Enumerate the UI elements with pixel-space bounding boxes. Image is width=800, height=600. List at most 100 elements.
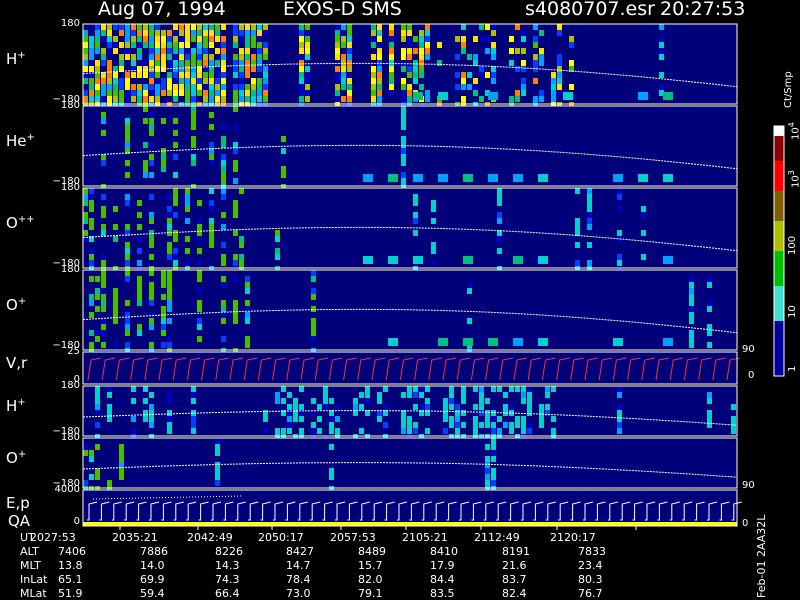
spectrogram-cell [149, 288, 154, 294]
spectrogram-cell [287, 416, 292, 422]
spectrogram-cell [173, 230, 178, 236]
colorbar-tick: 104 [787, 122, 800, 140]
spectrogram-cell [365, 398, 370, 404]
spectrogram-cell [389, 78, 394, 84]
spectrogram-cell [221, 172, 226, 178]
spectrogram-cell [515, 66, 520, 72]
spectrogram-cell [527, 428, 532, 434]
spectrogram-cell [137, 224, 142, 230]
spectrogram-cell [401, 148, 406, 154]
spectrogram-cell [149, 212, 154, 218]
spectrogram-cell [419, 66, 424, 72]
spectrogram-cell [149, 422, 154, 428]
spectrogram-cell [389, 54, 394, 60]
spectrogram-cell [371, 72, 376, 78]
spectrogram-cell [185, 48, 190, 54]
spectrogram-cell [143, 84, 148, 90]
spectrogram-cell [473, 428, 478, 434]
spectrogram-cell [185, 84, 190, 90]
spectrogram-cell [149, 242, 154, 248]
spectrogram-cell [89, 200, 94, 206]
spectrogram-cell [389, 42, 394, 48]
table-cell: 8427 [286, 545, 314, 558]
spectrogram-cell [167, 270, 172, 276]
spectrogram-cell [209, 72, 214, 78]
spectrogram-cell [521, 30, 526, 36]
spectrogram-cell [497, 200, 502, 206]
spectrogram-cell [461, 42, 466, 48]
spectrogram-cell [137, 90, 142, 96]
spectrogram-cell [95, 404, 100, 410]
spectrogram-cell [311, 330, 316, 336]
spectrogram-cell [131, 54, 136, 60]
spectrogram-cell [167, 218, 172, 224]
spectrogram-cell [101, 130, 106, 136]
spectrogram-cell [587, 200, 592, 206]
spectrogram-cell [185, 72, 190, 78]
spectrogram-cell [449, 404, 454, 410]
burst-cell [563, 92, 573, 100]
spectrogram-cell [125, 142, 130, 148]
spectrogram-cell [239, 236, 244, 242]
spectrogram-cell [167, 54, 172, 60]
table-cell: 78.4 [286, 573, 311, 586]
spectrogram-cell [461, 84, 466, 90]
spectrogram-cell [89, 66, 94, 72]
spectrogram-cell [485, 444, 490, 450]
spectrogram-cell [191, 112, 196, 118]
spectrogram-cell [359, 428, 364, 434]
spectrogram-cell [437, 60, 442, 66]
spectrogram-cell [155, 90, 160, 96]
spectrogram-cell [509, 428, 514, 434]
spectrogram-cell [341, 54, 346, 60]
spectrogram-cell [515, 422, 520, 428]
spectrogram-cell [311, 422, 316, 428]
spectrogram-cell [119, 474, 124, 480]
burst-cell [513, 256, 523, 264]
burst-cell [513, 338, 523, 346]
table-cell: 2112:49 [474, 531, 520, 544]
table-cell: 2027:53 [30, 531, 76, 544]
burst-cell [438, 174, 448, 182]
spectrogram-cell [401, 416, 406, 422]
spectrogram-cell [491, 416, 496, 422]
spectrogram-cell [197, 30, 202, 36]
spectrogram-cell [689, 306, 694, 312]
spectrogram-cell [479, 392, 484, 398]
spectrogram-cell [539, 48, 544, 54]
spectrogram-cell [689, 282, 694, 288]
table-cell: 8489 [358, 545, 386, 558]
spectrogram-cell [83, 218, 88, 224]
spectrogram-cell [461, 72, 466, 78]
spectrogram-cell [401, 124, 406, 130]
spectrogram-cell [143, 66, 148, 72]
spectrogram-cell [161, 54, 166, 60]
spectrogram-cell [191, 392, 196, 398]
spectrogram-cell [377, 416, 382, 422]
spectrogram-cell [377, 96, 382, 102]
spectrogram-cell [245, 318, 250, 324]
spectrogram-cell [527, 398, 532, 404]
spectrogram-cell [143, 160, 148, 166]
spectrogram-cell [539, 30, 544, 36]
spectrogram-cell [149, 84, 154, 90]
spectrogram-cell [137, 330, 142, 336]
spectrogram-cell [245, 300, 250, 306]
spectrogram-cell [251, 54, 256, 60]
spectrogram-cell [173, 30, 178, 36]
spectrogram-cell [131, 84, 136, 90]
spectrogram-cell [191, 30, 196, 36]
spectrogram-cell [659, 72, 664, 78]
spectrogram-cell [491, 474, 496, 480]
spectrogram-cell [137, 48, 142, 54]
spectrogram-cell [221, 136, 226, 142]
spectrogram-cell [707, 398, 712, 404]
spectrogram-cell [449, 392, 454, 398]
spectrogram-cell [461, 36, 466, 42]
spectrogram-cell [311, 318, 316, 324]
spectrogram-cell [197, 288, 202, 294]
spectrogram-cell [239, 30, 244, 36]
spectrogram-cell [329, 444, 334, 450]
spectrogram-cell [275, 230, 280, 236]
spectrogram-cell [401, 66, 406, 72]
